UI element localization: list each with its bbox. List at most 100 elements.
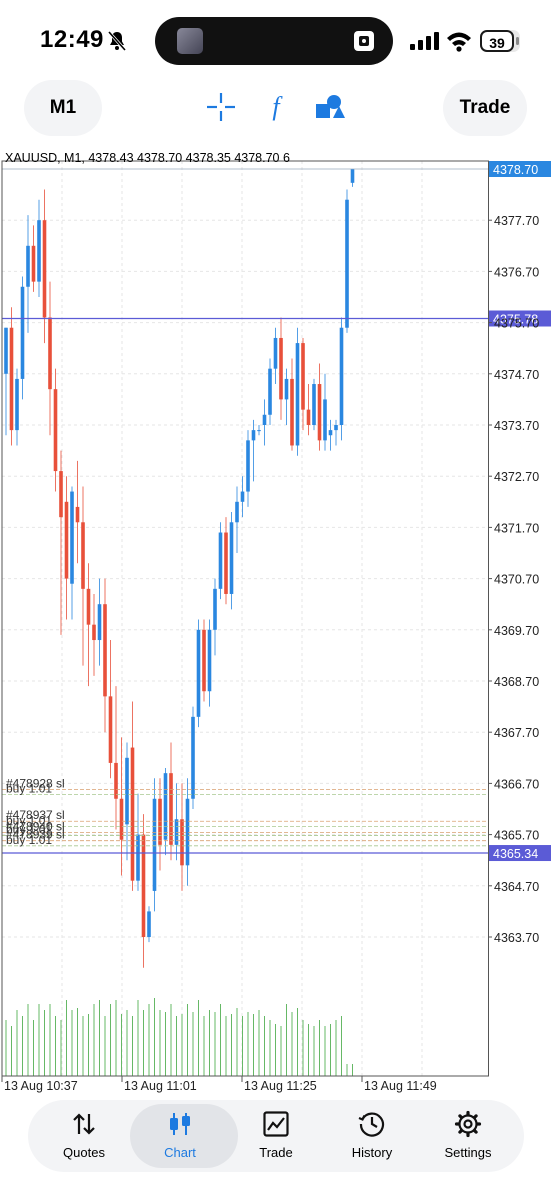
nav-chart[interactable]: Chart <box>130 1100 238 1172</box>
candle-body <box>246 440 250 492</box>
nav-history-label: History <box>351 1145 393 1160</box>
candle-body <box>26 245 30 287</box>
history-clock-icon <box>358 1112 385 1137</box>
candle-body <box>202 629 206 692</box>
candle-body <box>240 491 245 502</box>
crosshair-icon[interactable] <box>204 90 238 124</box>
candle-body <box>262 414 267 425</box>
x-tick-label: 13 Aug 11:25 <box>244 1079 317 1093</box>
timeframe-button[interactable]: M1 <box>24 80 102 136</box>
chart-header: XAUUSD, M1, 4378.43 4378.70 4378.35 4378… <box>5 151 290 165</box>
candle-body <box>141 834 146 937</box>
candle-body <box>108 696 113 763</box>
nav-settings-label: Settings <box>444 1145 492 1160</box>
candle-body <box>339 327 344 425</box>
battery-level: 39 <box>480 30 514 52</box>
order-label: buy 1.01 <box>6 782 52 796</box>
wifi-icon <box>447 32 471 52</box>
nav-trade-label: Trade <box>259 1145 293 1160</box>
cellular-signal-icon <box>410 32 439 50</box>
candle-body <box>53 389 58 472</box>
candle-body <box>284 378 289 400</box>
y-tick-label: 4376.70 <box>494 265 539 279</box>
media-thumbnail <box>177 28 203 54</box>
y-tick-label: 4373.70 <box>494 419 539 433</box>
candle-body <box>152 798 157 891</box>
candle-body <box>251 430 256 441</box>
y-tick-label: 4368.70 <box>494 675 539 689</box>
trade-button[interactable]: Trade <box>443 80 527 136</box>
nav-history[interactable]: History <box>324 1100 420 1172</box>
candle-body <box>147 911 151 937</box>
candle-body <box>235 501 239 523</box>
candle-body <box>119 798 124 840</box>
y-tick-label: 4364.70 <box>494 880 539 894</box>
y-tick-label: 4370.70 <box>494 573 539 587</box>
chart-toolbar: M1 f Trade <box>0 80 552 140</box>
candle-body <box>191 716 195 799</box>
candle-body <box>81 522 85 589</box>
dynamic-island <box>155 17 393 65</box>
nav-quotes-label: Quotes <box>63 1145 105 1160</box>
bell-muted-icon <box>107 31 127 51</box>
candle-body <box>97 604 102 641</box>
nav-quotes[interactable]: Quotes <box>36 1100 132 1172</box>
candle-body <box>279 337 283 400</box>
candle-body <box>59 471 63 518</box>
chart-canvas[interactable]: 4378.704375.784365.34 #478928 slbuy 1.01… <box>0 148 552 1098</box>
candle-body <box>31 245 36 282</box>
price-level-label: 4378.70 <box>493 163 538 177</box>
candle-body <box>48 317 52 390</box>
y-tick-label: 4365.70 <box>494 829 539 843</box>
candles-icon <box>170 1113 190 1135</box>
candle-body <box>37 220 41 282</box>
candle-body <box>328 430 333 436</box>
nav-trade[interactable]: Trade <box>228 1100 324 1172</box>
chart-frame <box>1 160 489 1077</box>
candle-body <box>229 522 234 594</box>
shapes-icon[interactable] <box>313 90 347 124</box>
candle-body <box>92 624 96 641</box>
candle-body <box>268 368 272 415</box>
candle-body <box>196 629 201 717</box>
battery-icon: 39 <box>480 30 520 52</box>
order-label: buy 1.01 <box>6 833 52 847</box>
y-tick-label: 4374.70 <box>494 368 539 382</box>
candle-body <box>301 343 305 410</box>
settings-gear-icon <box>454 1110 482 1138</box>
candle-body <box>86 588 91 625</box>
quotes-arrows-icon <box>73 1113 95 1135</box>
candle-body <box>9 327 14 431</box>
candle-body <box>207 629 212 692</box>
screen-mirror-icon <box>354 31 374 51</box>
candle-body <box>103 604 107 697</box>
y-tick-label: 4375.70 <box>494 317 539 331</box>
candle-body <box>334 425 338 431</box>
candle-body <box>15 378 19 431</box>
candle-body <box>158 798 162 845</box>
candle-body <box>20 286 25 379</box>
candle-body <box>42 220 47 318</box>
y-tick-label: 4369.70 <box>494 624 539 638</box>
y-tick-label: 4371.70 <box>494 521 539 535</box>
candle-body <box>306 409 311 425</box>
price-chart[interactable]: 4378.70 4375.78 4365.34 #478928 sl buy 1.01… <box>0 148 552 1098</box>
candle-body <box>317 384 322 441</box>
svg-text:f: f <box>272 92 283 121</box>
candle-body <box>345 199 349 328</box>
x-tick-label: 13 Aug 11:49 <box>364 1079 437 1093</box>
nav-settings[interactable]: Settings <box>420 1100 516 1172</box>
candle-body <box>114 762 118 799</box>
candle-body <box>169 773 173 845</box>
function-icon[interactable]: f <box>259 90 293 124</box>
x-tick-label: 13 Aug 11:01 <box>124 1079 197 1093</box>
candle-body <box>290 378 294 446</box>
y-tick-label: 4363.70 <box>494 931 539 945</box>
candle-body <box>213 588 217 630</box>
candle-body <box>350 169 355 183</box>
candle-body <box>4 327 8 374</box>
candle-body <box>273 337 278 369</box>
candle-body <box>323 399 327 441</box>
nav-chart-label: Chart <box>164 1145 196 1160</box>
candle-body <box>185 798 190 866</box>
